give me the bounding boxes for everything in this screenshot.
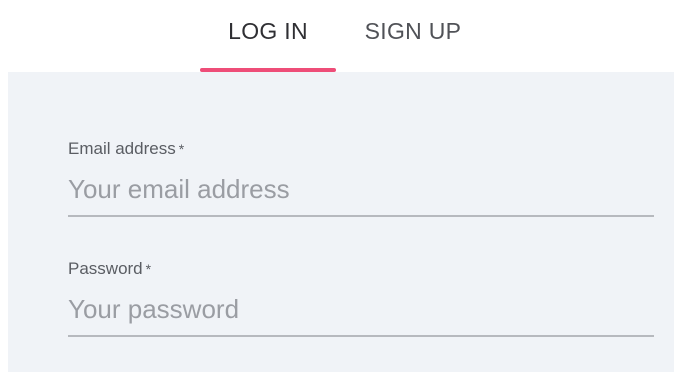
login-form: Email address* Password* — [8, 72, 674, 372]
password-input[interactable] — [68, 294, 654, 337]
email-label-text: Email address — [68, 139, 176, 158]
email-input[interactable] — [68, 174, 654, 217]
auth-page: LOG IN SIGN UP Email address* Password* — [0, 0, 674, 372]
password-label-text: Password — [68, 259, 143, 278]
auth-tabs: LOG IN SIGN UP — [0, 0, 674, 72]
password-required-mark: * — [145, 261, 152, 277]
tab-sign-up[interactable]: SIGN UP — [346, 0, 480, 72]
email-label: Email address * — [68, 138, 654, 160]
email-required-mark: * — [178, 141, 185, 157]
password-field-group: Password * — [68, 258, 654, 337]
tab-log-in[interactable]: LOG IN — [200, 0, 336, 72]
password-label: Password * — [68, 258, 654, 280]
email-field-group: Email address * — [68, 138, 654, 217]
